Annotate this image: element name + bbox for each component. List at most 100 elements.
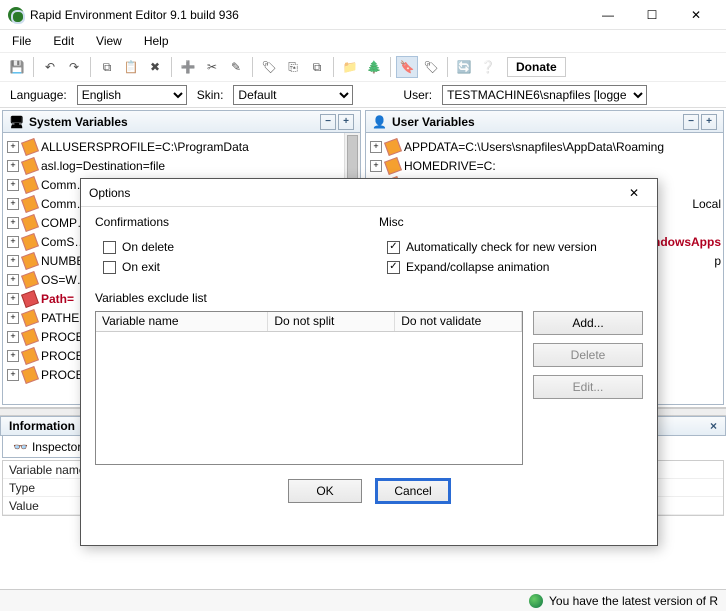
info-close-icon[interactable]: × [710, 419, 717, 433]
checkbox-icon [103, 241, 116, 254]
undo-icon[interactable]: ↶ [39, 56, 61, 78]
checkbox-icon: ✓ [387, 241, 400, 254]
on-exit-label: On exit [122, 260, 160, 274]
user-panel-header: 👤 User Variables − + [366, 111, 723, 133]
expand-icon[interactable]: + [7, 293, 19, 305]
expand-icon[interactable]: + [7, 217, 19, 229]
tree-node[interactable]: + APPDATA=C:\Users\snapfiles\AppData\Roam… [368, 137, 721, 156]
menu-help[interactable]: Help [140, 32, 173, 50]
refresh-icon[interactable]: 🔄 [453, 56, 475, 78]
expand-icon[interactable]: + [7, 274, 19, 286]
tag-icon [384, 157, 402, 175]
statusbar: You have the latest version of R [0, 589, 726, 611]
expand-icon[interactable]: + [7, 369, 19, 381]
menu-edit[interactable]: Edit [49, 32, 78, 50]
separator [390, 57, 391, 77]
expand-icon[interactable]: + [7, 350, 19, 362]
tag-icon [21, 176, 39, 194]
misc-label: Misc [379, 215, 643, 229]
separator [171, 57, 172, 77]
label-icon[interactable]: 🏷 [420, 56, 442, 78]
expand-icon[interactable]: + [7, 141, 19, 153]
expand-icon[interactable]: + [7, 331, 19, 343]
tree-node[interactable]: +HOMEDRIVE=C: [368, 156, 721, 175]
information-title: Information [9, 419, 75, 433]
expand-icon[interactable]: + [370, 160, 382, 172]
exclude-listbox[interactable]: Variable name Do not split Do not valida… [95, 311, 523, 465]
collapse-button[interactable]: − [683, 114, 699, 130]
col-do-not-split[interactable]: Do not split [268, 312, 395, 331]
folder-icon[interactable]: 📁 [339, 56, 361, 78]
col-variable-name[interactable]: Variable name [96, 312, 268, 331]
separator [252, 57, 253, 77]
node-label: APPDATA=C:\Users\snapfiles\AppData\Roami… [404, 140, 664, 154]
expand-button[interactable]: + [701, 114, 717, 130]
dialog-titlebar: Options ✕ [81, 179, 657, 207]
tree-node[interactable]: +ALLUSERSPROFILE=C:\ProgramData [5, 137, 358, 156]
confirmations-group: Confirmations On delete On exit [95, 215, 359, 277]
auto-check-checkbox[interactable]: ✓Automatically check for new version [387, 237, 643, 257]
skin-select[interactable]: Default [233, 85, 353, 105]
expand-icon[interactable]: + [7, 236, 19, 248]
language-select[interactable]: English [77, 85, 187, 105]
edit-icon[interactable]: ✎ [225, 56, 247, 78]
redo-icon[interactable]: ↷ [63, 56, 85, 78]
expand-icon[interactable]: + [7, 179, 19, 191]
user-panel-title: User Variables [392, 115, 475, 129]
tag-icon [21, 214, 39, 232]
expand-icon[interactable]: + [7, 312, 19, 324]
node-label: Path= [41, 292, 74, 306]
on-delete-checkbox[interactable]: On delete [103, 237, 359, 257]
expand-icon[interactable]: + [7, 255, 19, 267]
maximize-button[interactable]: ☐ [630, 0, 674, 30]
tree-node[interactable]: +asl.log=Destination=file [5, 156, 358, 175]
on-delete-label: On delete [122, 240, 174, 254]
separator [33, 57, 34, 77]
paste-icon[interactable]: 📋 [120, 56, 142, 78]
tree-icon[interactable]: 🌲 [363, 56, 385, 78]
misc-group: Misc ✓Automatically check for new versio… [379, 215, 643, 277]
ok-button[interactable]: OK [288, 479, 362, 503]
skin-label: Skin: [197, 88, 224, 102]
add-button[interactable]: Add... [533, 311, 643, 335]
collapse-button[interactable]: − [320, 114, 336, 130]
inspector-tab[interactable]: 👓 Inspector [2, 436, 92, 458]
help-icon[interactable]: ❔ [477, 56, 499, 78]
tag-icon[interactable]: 🏷 [258, 56, 280, 78]
expand-icon[interactable]: + [7, 160, 19, 172]
delete-icon[interactable]: ✖ [144, 56, 166, 78]
inspector-tab-label: Inspector [32, 440, 81, 454]
cancel-button[interactable]: Cancel [376, 479, 450, 503]
checkbox-icon: ✓ [387, 261, 400, 274]
user-select[interactable]: TESTMACHINE6\snapfiles [logge [442, 85, 647, 105]
copy-icon[interactable]: ⧉ [96, 56, 118, 78]
dialog-title: Options [89, 186, 619, 200]
insert-icon[interactable]: ⎘ [282, 56, 304, 78]
menu-view[interactable]: View [92, 32, 126, 50]
animation-checkbox[interactable]: ✓Expand/collapse animation [387, 257, 643, 277]
close-button[interactable]: ✕ [674, 0, 718, 30]
col-do-not-validate[interactable]: Do not validate [395, 312, 522, 331]
properties-icon[interactable]: ⧉ [306, 56, 328, 78]
tag-icon [21, 138, 39, 156]
expand-button[interactable]: + [338, 114, 354, 130]
menu-file[interactable]: File [8, 32, 35, 50]
tag-icon [21, 233, 39, 251]
expand-icon[interactable]: + [370, 141, 382, 153]
separator [90, 57, 91, 77]
confirmations-label: Confirmations [95, 215, 359, 229]
tag-icon [21, 195, 39, 213]
add-icon[interactable]: ➕ [177, 56, 199, 78]
options-dialog: Options ✕ Confirmations On delete On exi… [80, 178, 658, 546]
edit-button[interactable]: Edit... [533, 375, 643, 399]
minimize-button[interactable]: — [586, 0, 630, 30]
dialog-close-button[interactable]: ✕ [619, 182, 649, 204]
delete-button[interactable]: Delete [533, 343, 643, 367]
expand-icon[interactable]: + [7, 198, 19, 210]
on-exit-checkbox[interactable]: On exit [103, 257, 359, 277]
filter-icon[interactable]: 🔖 [396, 56, 418, 78]
save-icon[interactable]: 💾 [6, 56, 28, 78]
cut-icon[interactable]: ✂ [201, 56, 223, 78]
donate-button[interactable]: Donate [507, 57, 566, 77]
tag-icon [21, 290, 39, 308]
